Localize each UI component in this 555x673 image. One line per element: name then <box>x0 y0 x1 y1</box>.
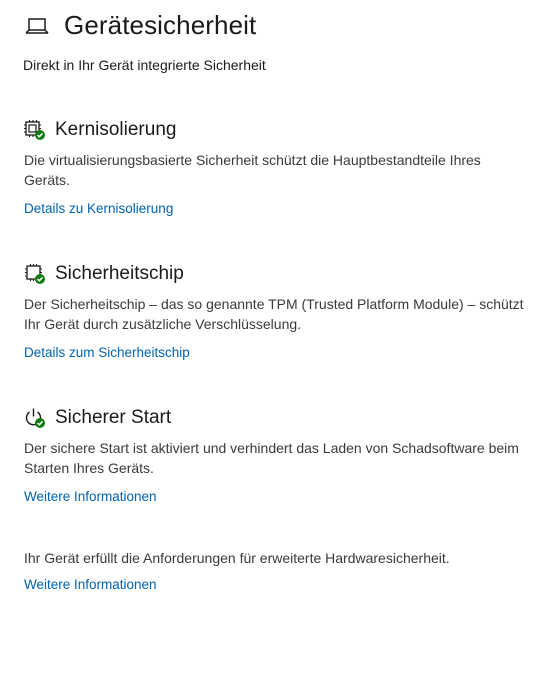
section-title: Sicherer Start <box>55 407 172 428</box>
device-security-page: Gerätesicherheit Direkt in Ihr Gerät int… <box>0 0 555 673</box>
laptop-icon <box>24 13 50 39</box>
page-title: Gerätesicherheit <box>64 10 257 40</box>
section-title: Sicherheitschip <box>55 263 184 284</box>
section-description: Der sichere Start ist aktiviert und verh… <box>24 440 519 476</box>
page-subtitle: Direkt in Ihr Gerät integrierte Sicherhe… <box>23 57 266 73</box>
core-isolation-icon <box>24 119 46 141</box>
hardware-security-status: Ihr Gerät erfüllt die Anforderungen für … <box>24 548 524 594</box>
section-description: Die virtualisierungsbasierte Sicherheit … <box>24 152 481 188</box>
secure-boot-more-info-link[interactable]: Weitere Informationen <box>24 489 157 504</box>
hardware-security-more-info-link[interactable]: Weitere Informationen <box>24 577 157 592</box>
section-description: Der Sicherheitschip – das so genannte TP… <box>24 296 524 332</box>
security-chip-icon <box>24 263 46 285</box>
section-security-chip: Sicherheitschip Der Sicherheitschip – da… <box>24 260 524 362</box>
section-header: Sicherheitschip <box>24 260 524 288</box>
section-header: Sicherer Start <box>24 404 524 432</box>
security-chip-details-link[interactable]: Details zum Sicherheitschip <box>24 345 190 360</box>
section-core-isolation: Kernisolierung Die virtualisierungsbasie… <box>24 116 524 218</box>
page-header: Gerätesicherheit <box>24 10 256 41</box>
hardware-security-message: Ihr Gerät erfüllt die Anforderungen für … <box>24 550 450 566</box>
core-isolation-details-link[interactable]: Details zu Kernisolierung <box>24 201 173 216</box>
section-secure-boot: Sicherer Start Der sichere Start ist akt… <box>24 404 524 506</box>
section-header: Kernisolierung <box>24 116 524 144</box>
secure-boot-icon <box>24 407 46 429</box>
section-title: Kernisolierung <box>55 119 177 140</box>
